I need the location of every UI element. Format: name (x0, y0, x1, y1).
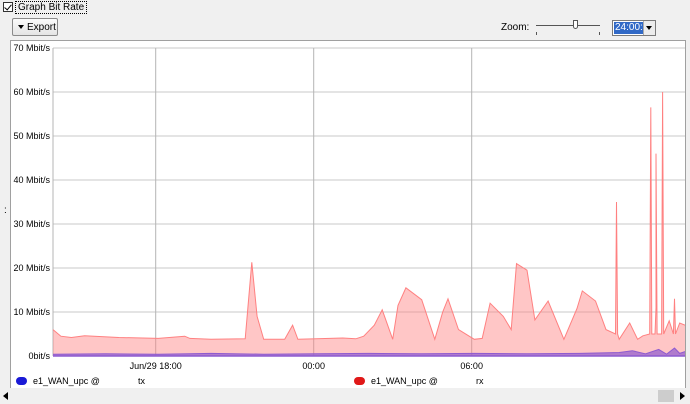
graph-bit-rate-checkbox[interactable] (3, 2, 13, 12)
export-button[interactable]: Export (12, 18, 58, 36)
x-tick-label: Jun/29 18:00 (130, 361, 182, 371)
horizontal-scrollbar[interactable] (0, 388, 690, 404)
legend-swatch-rx (354, 377, 365, 385)
y-tick-label: 30 Mbit/s (13, 219, 50, 229)
splitter-handle[interactable]: : (4, 205, 7, 216)
y-tick-label: 10 Mbit/s (13, 307, 50, 317)
zoom-slider[interactable] (534, 18, 602, 36)
y-tick-label: 70 Mbit/s (13, 43, 50, 53)
slider-tick-max (599, 32, 600, 35)
legend-direction-tx: tx (138, 376, 146, 386)
legend-swatch-tx (16, 377, 27, 385)
dropdown-arrow-icon (18, 25, 24, 29)
slider-tick-min (536, 32, 537, 35)
zoom-label: Zoom: (501, 22, 530, 33)
y-tick-label: 50 Mbit/s (13, 131, 50, 141)
slider-thumb[interactable] (572, 20, 578, 29)
top-bar: Graph Bit Rate (0, 0, 690, 14)
chart-panel: 0bit/s 10 Mbit/s 20 Mbit/s 30 Mbit/s 40 Mbit… (10, 40, 686, 390)
toolbar: Export Zoom: 24:00:00 (0, 14, 690, 40)
legend-direction-rx: rx (476, 376, 484, 386)
scroll-right-icon[interactable] (680, 392, 685, 400)
graph-bit-rate-label[interactable]: Graph Bit Rate (15, 1, 88, 14)
slider-track (536, 25, 600, 26)
y-tick-label: 0bit/s (28, 351, 50, 361)
y-tick-label: 20 Mbit/s (13, 263, 50, 273)
y-tick-label: 40 Mbit/s (13, 175, 50, 185)
x-tick-label: 06:00 (460, 361, 483, 371)
scrollbar-thumb[interactable] (658, 390, 674, 402)
export-label: Export (27, 21, 56, 33)
x-tick-label: 00:00 (302, 361, 325, 371)
legend-name-rx: e1_WAN_upc @ (371, 376, 438, 386)
zoom-select[interactable]: 24:00:00 (612, 20, 656, 36)
y-tick-label: 60 Mbit/s (13, 87, 50, 97)
legend: e1_WAN_upc @ tx e1_WAN_upc @ rx (11, 373, 687, 389)
scroll-left-icon[interactable] (3, 392, 8, 400)
legend-name-tx: e1_WAN_upc @ (33, 376, 100, 386)
chevron-down-icon[interactable] (643, 21, 655, 35)
bit-rate-chart: 0bit/s 10 Mbit/s 20 Mbit/s 30 Mbit/s 40 Mbit… (13, 43, 685, 371)
